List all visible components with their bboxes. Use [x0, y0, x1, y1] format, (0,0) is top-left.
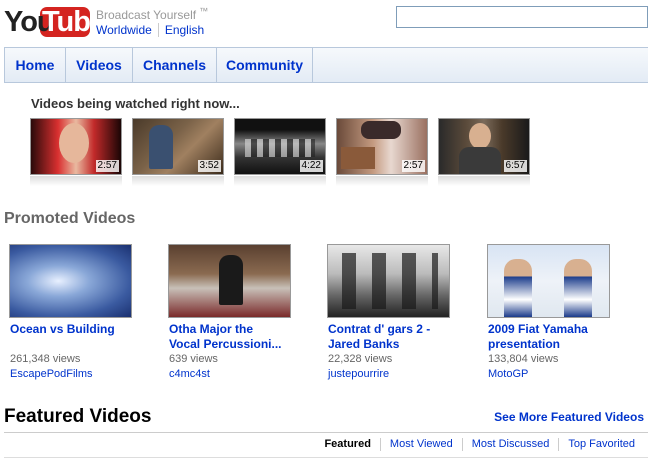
thumbnail-reflection	[336, 176, 428, 186]
title-line: presentation	[488, 337, 561, 351]
watched-video-thumbnail[interactable]: 3:52	[132, 118, 224, 175]
promoted-video-thumbnail[interactable]	[487, 244, 610, 318]
promoted-video-thumbnail[interactable]	[327, 244, 450, 318]
thumb-face	[59, 123, 89, 163]
thumb-image	[10, 245, 131, 317]
thumb-rider	[564, 259, 592, 317]
thumb-figure	[219, 255, 243, 305]
uploader-link[interactable]: justepourrire	[328, 368, 389, 380]
watched-video-thumbnail[interactable]: 2:57	[336, 118, 428, 175]
tab-most-viewed[interactable]: Most Viewed	[379, 438, 462, 451]
promoted-heading: Promoted Videos	[4, 210, 136, 227]
watched-video-thumbnail[interactable]: 2:57	[30, 118, 122, 175]
locale-language-link[interactable]: English	[165, 23, 204, 37]
main-nav: Home Videos Channels Community	[4, 47, 648, 83]
tab-most-discussed[interactable]: Most Discussed	[461, 438, 559, 451]
tab-top-favorited[interactable]: Top Favorited	[558, 438, 644, 451]
thumb-rider	[504, 259, 532, 317]
search-input[interactable]	[396, 6, 648, 28]
see-more-featured-link[interactable]: See More Featured Videos	[494, 410, 644, 424]
thumbnail-reflection	[438, 176, 530, 186]
thumb-suit	[459, 147, 501, 174]
view-count: 133,804 views	[488, 353, 559, 365]
uploader-link[interactable]: MotoGP	[488, 368, 528, 380]
trademark: ™	[199, 6, 209, 16]
video-duration: 2:57	[401, 160, 425, 172]
divider	[4, 432, 648, 433]
uploader-link[interactable]: EscapePodFilms	[10, 368, 93, 380]
featured-heading: Featured Videos	[4, 406, 152, 427]
thumb-face	[469, 123, 491, 149]
promoted-video-thumbnail[interactable]	[168, 244, 291, 318]
watched-now-heading: Videos being watched right now...	[31, 96, 240, 111]
tab-home[interactable]: Home	[5, 48, 66, 82]
title-line: 2009 Fiat Yamaha	[488, 322, 588, 336]
locale-region-link[interactable]: Worldwide	[96, 23, 152, 37]
tab-featured[interactable]: Featured	[315, 438, 379, 451]
tagline: Broadcast Yourself ™	[96, 6, 208, 22]
thumb-dancers	[342, 253, 438, 309]
video-duration: 3:52	[197, 160, 221, 172]
promoted-video-title[interactable]: Otha Major the Vocal Percussioni...	[169, 322, 319, 352]
promoted-video-title[interactable]: 2009 Fiat Yamaha presentation	[488, 322, 638, 352]
thumb-guitar	[341, 147, 375, 169]
view-count: 261,348 views	[10, 353, 81, 365]
locale-links: Worldwide English	[96, 23, 204, 37]
youtube-logo[interactable]: You Tube	[4, 5, 106, 39]
tab-community[interactable]: Community	[217, 48, 313, 82]
promoted-video-thumbnail[interactable]	[9, 244, 132, 318]
tagline-text: Broadcast Yourself	[96, 8, 197, 22]
thumb-group	[245, 139, 315, 157]
title-line: Vocal Percussioni...	[169, 337, 282, 351]
promoted-video-title[interactable]: Ocean vs Building	[10, 322, 160, 337]
thumb-figure	[361, 121, 401, 139]
title-line: Otha Major the	[169, 322, 254, 336]
title-line: Contrat d' gars 2 -	[328, 322, 431, 336]
video-duration: 4:22	[299, 160, 323, 172]
locale-divider	[157, 23, 159, 37]
promoted-video-title[interactable]: Contrat d' gars 2 - Jared Banks	[328, 322, 478, 352]
video-duration: 6:57	[503, 160, 527, 172]
tab-channels[interactable]: Channels	[133, 48, 217, 82]
tab-videos[interactable]: Videos	[66, 48, 133, 82]
title-line: Ocean vs Building	[10, 322, 115, 336]
divider	[4, 457, 648, 458]
featured-tabs: Featured Most Viewed Most Discussed Top …	[315, 438, 644, 451]
view-count: 22,328 views	[328, 353, 393, 365]
watched-video-thumbnail[interactable]: 4:22	[234, 118, 326, 175]
view-count: 639 views	[169, 353, 218, 365]
watched-video-thumbnail[interactable]: 6:57	[438, 118, 530, 175]
thumb-figure	[149, 125, 173, 169]
title-line: Jared Banks	[328, 337, 400, 351]
video-duration: 2:57	[95, 160, 119, 172]
thumbnail-reflection	[30, 176, 122, 186]
uploader-link[interactable]: c4mc4st	[169, 368, 210, 380]
thumbnail-reflection	[234, 176, 326, 186]
thumbnail-reflection	[132, 176, 224, 186]
